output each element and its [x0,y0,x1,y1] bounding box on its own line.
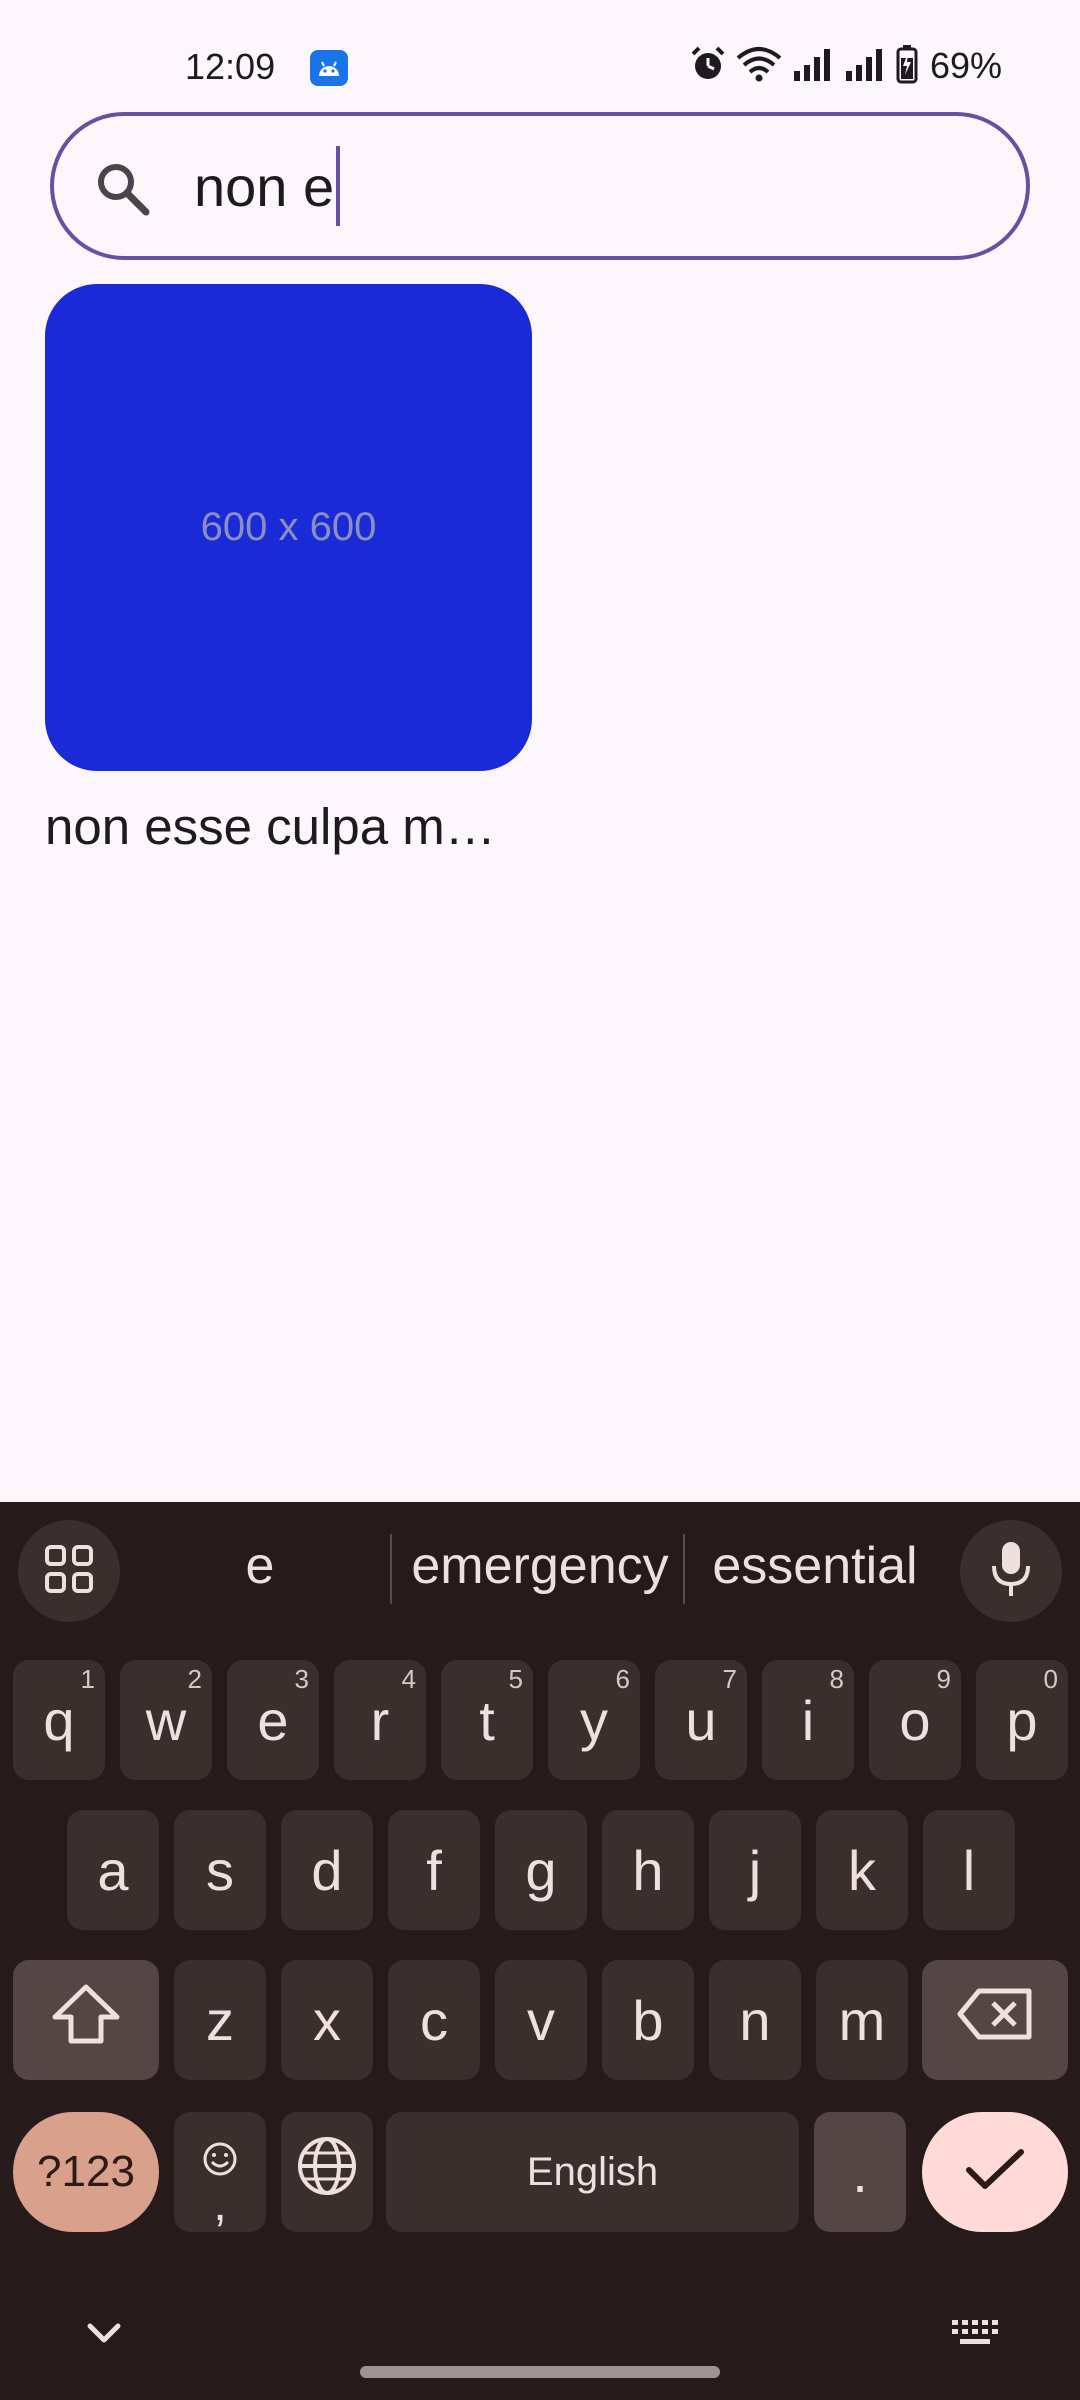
key-hint: 4 [401,1664,416,1694]
search-input-text: non e [194,154,335,218]
suggestion-item[interactable]: e [160,1536,360,1596]
key-hint: 0 [1043,1664,1058,1694]
key-v[interactable]: v [495,1960,587,2080]
key-o[interactable]: o9 [869,1660,961,1780]
key-label: i [801,1688,815,1752]
suggestion-item[interactable]: essential [690,1536,940,1596]
backspace-icon [957,1987,1033,2054]
microphone-icon [989,1540,1033,1603]
apps-grid-button[interactable] [18,1520,120,1622]
hide-keyboard-chevron-icon[interactable] [84,2314,124,2359]
key-hint: 3 [294,1664,309,1694]
home-gesture-bar[interactable] [360,2366,720,2378]
key-hint: 1 [80,1664,95,1694]
keyboard-switch-icon[interactable] [950,2318,1000,2353]
key-label: y [580,1688,608,1752]
backspace-key[interactable] [922,1960,1068,2080]
apps-grid-icon [44,1544,94,1599]
battery-percent: 69% [929,45,1002,86]
key-t[interactable]: t5 [441,1660,533,1780]
period-key[interactable]: . [814,2112,906,2232]
result-card[interactable]: 600 x 600 non esse culpa m… [45,284,532,856]
key-y[interactable]: y6 [548,1660,640,1780]
key-label: w [145,1688,187,1752]
key-d[interactable]: d [281,1810,373,1930]
alarm-icon [690,45,726,88]
text-cursor [336,146,341,226]
key-x[interactable]: x [281,1960,373,2080]
comma-label: , [213,2177,227,2231]
key-g[interactable]: g [495,1810,587,1930]
key-a[interactable]: a [67,1810,159,1930]
search-input[interactable]: non e [194,146,974,226]
symbols-key[interactable]: ?123 [13,2112,159,2232]
key-l[interactable]: l [923,1810,1015,1930]
key-c[interactable]: c [388,1960,480,2080]
key-label: u [685,1688,717,1752]
android-app-icon [310,50,348,86]
status-time: 12:09 [185,46,276,87]
key-i[interactable]: i8 [762,1660,854,1780]
voice-input-button[interactable] [960,1520,1062,1622]
key-z[interactable]: z [174,1960,266,2080]
key-label: e [257,1688,289,1752]
key-p[interactable]: p0 [976,1660,1068,1780]
suggestion-divider [390,1534,392,1604]
signal-icon [792,47,834,86]
key-s[interactable]: s [174,1810,266,1930]
wifi-icon [736,46,782,87]
key-hint: 9 [936,1664,951,1694]
key-w[interactable]: w2 [120,1660,212,1780]
key-hint: 2 [187,1664,202,1694]
checkmark-icon [965,2140,1025,2205]
key-r[interactable]: r4 [334,1660,426,1780]
thumbnail-placeholder-label: 600 x 600 [200,505,377,549]
signal-icon [844,47,886,86]
result-title: non esse culpa m… [45,798,496,855]
emoji-comma-key[interactable]: , [174,2112,266,2232]
key-hint: 6 [615,1664,630,1694]
key-f[interactable]: f [388,1810,480,1930]
key-e[interactable]: e3 [227,1660,319,1780]
search-bar[interactable]: non e [50,112,1030,260]
key-label: o [899,1688,931,1752]
suggestion-strip: e emergency essential [0,1502,1080,1638]
result-thumbnail[interactable]: 600 x 600 [45,284,532,771]
key-b[interactable]: b [602,1960,694,2080]
key-h[interactable]: h [602,1810,694,1930]
shift-key[interactable] [13,1960,159,2080]
key-label: t [479,1688,495,1752]
key-hint: 7 [722,1664,737,1694]
key-n[interactable]: n [709,1960,801,2080]
key-label: q [43,1688,75,1752]
search-icon [92,158,152,223]
key-label: r [370,1688,390,1752]
key-label: p [1006,1688,1038,1752]
shift-icon [51,1983,121,2058]
suggestion-divider [683,1534,685,1604]
battery-charging-icon [896,44,918,89]
key-k[interactable]: k [816,1810,908,1930]
suggestion-item[interactable]: emergency [400,1536,680,1596]
language-key[interactable] [281,2112,373,2232]
soft-keyboard: e emergency essential q1 w2 e3 r4 t5 y6 … [0,1502,1080,2400]
space-key[interactable]: English [386,2112,799,2232]
enter-key[interactable] [922,2112,1068,2232]
key-j[interactable]: j [709,1810,801,1930]
key-q[interactable]: q1 [13,1660,105,1780]
key-m[interactable]: m [816,1960,908,2080]
key-hint: 8 [829,1664,844,1694]
key-hint: 5 [508,1664,523,1694]
key-u[interactable]: u7 [655,1660,747,1780]
globe-icon [296,2135,358,2210]
status-bar: 12:09 69% [0,0,1080,110]
